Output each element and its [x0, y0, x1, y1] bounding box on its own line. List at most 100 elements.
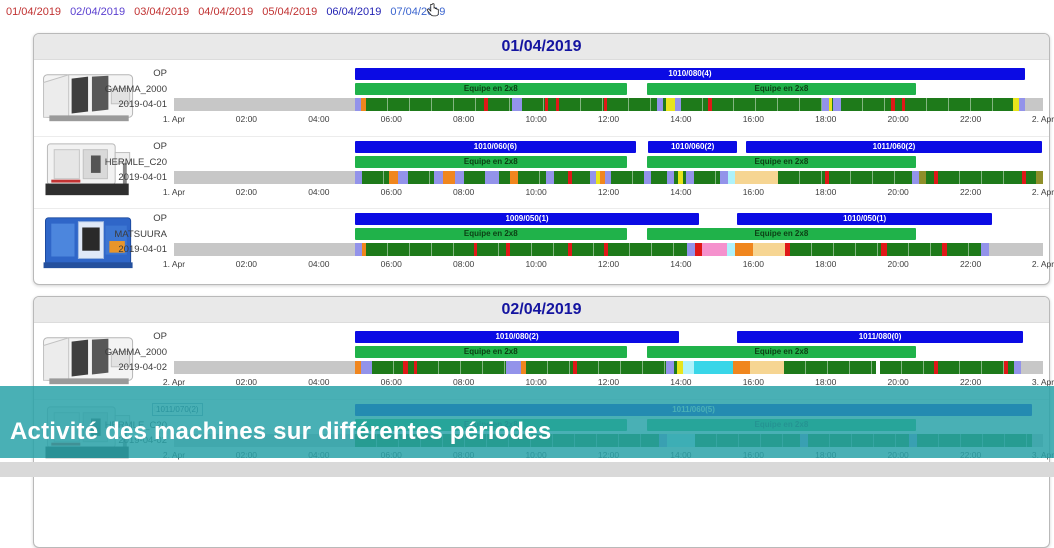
- activity-segment: [981, 243, 989, 256]
- axis-tick-label: 02:00: [236, 187, 257, 197]
- activity-segment: [753, 243, 786, 256]
- op-bar[interactable]: 1010/050(1): [737, 213, 992, 225]
- nav-date-link[interactable]: 04/04/2019: [198, 6, 253, 18]
- axis-tick-label: 14:00: [670, 259, 691, 269]
- activity-segment: [611, 171, 644, 184]
- activity-segment: [1014, 361, 1021, 374]
- row-date: 2019-04-01: [64, 97, 167, 113]
- machine-name: GAMMA_2000: [64, 82, 167, 98]
- hand-cursor-icon: [424, 2, 442, 20]
- machine-row: OP GAMMA_2000 2019-04-01 1010/080(4)Equi…: [34, 64, 1049, 134]
- activity-segment: [905, 98, 1013, 111]
- op-bar[interactable]: 1011/060(2): [746, 141, 1042, 153]
- activity-segment: [512, 98, 523, 111]
- machine-row: OP MATSUURA 2019-04-01 1009/050(1)1010/0…: [34, 208, 1049, 279]
- activity-segment: [926, 171, 934, 184]
- activity-segment: [887, 243, 942, 256]
- activity-segment: [912, 171, 920, 184]
- axis-tick-label: 14:00: [670, 114, 691, 124]
- activity-segment: [488, 98, 512, 111]
- axis-tick-label: 22:00: [960, 187, 981, 197]
- axis-tick-label: 06:00: [381, 187, 402, 197]
- activity-segment: [784, 361, 876, 374]
- axis-tick-label: 12:00: [598, 187, 619, 197]
- axis-tick-label: 10:00: [525, 187, 546, 197]
- activity-segment: [572, 171, 590, 184]
- axis-tick-label: 08:00: [453, 187, 474, 197]
- activity-segment: [174, 243, 355, 256]
- activity-segment: [666, 98, 675, 111]
- activity-segment: [666, 361, 674, 374]
- activity-segment: [546, 171, 554, 184]
- op-bar[interactable]: 1010/060(6): [355, 141, 636, 153]
- activity-segment: [651, 171, 667, 184]
- shift-bar[interactable]: Equipe en 2x8: [647, 156, 917, 168]
- activity-segment: [366, 98, 484, 111]
- activity-segment: [1021, 361, 1043, 374]
- activity-segment: [841, 98, 891, 111]
- activity-segment: [947, 243, 981, 256]
- axis-tick-label: 04:00: [308, 114, 329, 124]
- op-bar[interactable]: 1010/060(2): [648, 141, 737, 153]
- shift-bar[interactable]: Equipe en 2x8: [647, 228, 917, 240]
- nav-date-link[interactable]: 05/04/2019: [262, 6, 317, 18]
- activity-segment: [361, 361, 372, 374]
- activity-segment: [694, 361, 733, 374]
- activity-segment: [174, 98, 355, 111]
- op-label: OP: [64, 211, 167, 227]
- activity-segment: [464, 171, 486, 184]
- activity-segment: [720, 171, 728, 184]
- activity-segment: [572, 243, 604, 256]
- axis-tick-label: 06:00: [381, 114, 402, 124]
- axis-tick-label: 12:00: [598, 114, 619, 124]
- op-bar[interactable]: 1009/050(1): [355, 213, 699, 225]
- op-bar[interactable]: 1011/080(0): [737, 331, 1023, 343]
- activity-segment: [750, 361, 784, 374]
- axis-tick-label: 02:00: [236, 259, 257, 269]
- row-labels: OP HERMLE_C20 2019-04-01: [64, 139, 167, 186]
- shift-bar[interactable]: Equipe en 2x8: [355, 156, 627, 168]
- axis-tick-label: 04:00: [308, 259, 329, 269]
- activity-segment: [477, 243, 506, 256]
- axis-tick-label: 1. Apr: [163, 259, 185, 269]
- activity-segment: [522, 98, 545, 111]
- shift-bar[interactable]: Equipe en 2x8: [355, 83, 627, 95]
- activity-segment: [989, 243, 1043, 256]
- machine-name: MATSUURA: [64, 227, 167, 243]
- nav-date-link[interactable]: 06/04/2019: [326, 6, 381, 18]
- bottom-strip: [0, 462, 1054, 477]
- activity-segment: [667, 171, 674, 184]
- axis-tick-label: 20:00: [888, 259, 909, 269]
- activity-segment: [398, 171, 408, 184]
- nav-date-link[interactable]: 01/04/2019: [6, 6, 61, 18]
- activity-segment: [548, 98, 556, 111]
- activity-segment: [733, 361, 750, 374]
- activity-segment: [677, 361, 684, 374]
- axis-tick-label: 16:00: [743, 114, 764, 124]
- row-date: 2019-04-02: [64, 360, 167, 376]
- axis-tick-label: 04:00: [308, 187, 329, 197]
- app-stage: 01/04/2019 02/04/2019 03/04/2019 04/04/2019…: [0, 0, 1054, 477]
- nav-date-link[interactable]: 02/04/2019: [70, 6, 125, 18]
- activity-segment: [735, 171, 778, 184]
- activity-segment: [778, 171, 825, 184]
- axis-tick-label: 08:00: [453, 259, 474, 269]
- activity-segment: [518, 171, 546, 184]
- op-bar[interactable]: 1010/080(2): [355, 331, 679, 343]
- op-bar[interactable]: 1010/080(4): [355, 68, 1025, 80]
- activity-segment: [829, 171, 912, 184]
- shift-bar[interactable]: Equipe en 2x8: [647, 83, 917, 95]
- activity-segment: [686, 171, 694, 184]
- activity-segment: [727, 243, 735, 256]
- nav-date-link[interactable]: 03/04/2019: [134, 6, 189, 18]
- shift-bar[interactable]: Equipe en 2x8: [355, 346, 627, 358]
- activity-segment: [554, 171, 568, 184]
- axis-tick-label: 22:00: [960, 259, 981, 269]
- op-label: OP: [64, 329, 167, 345]
- shift-bar[interactable]: Equipe en 2x8: [647, 346, 917, 358]
- activity-segment: [499, 171, 510, 184]
- axis-tick-label: 2. Apr: [1032, 187, 1054, 197]
- axis-tick-label: 02:00: [236, 114, 257, 124]
- activity-segment: [510, 171, 518, 184]
- shift-bar[interactable]: Equipe en 2x8: [355, 228, 627, 240]
